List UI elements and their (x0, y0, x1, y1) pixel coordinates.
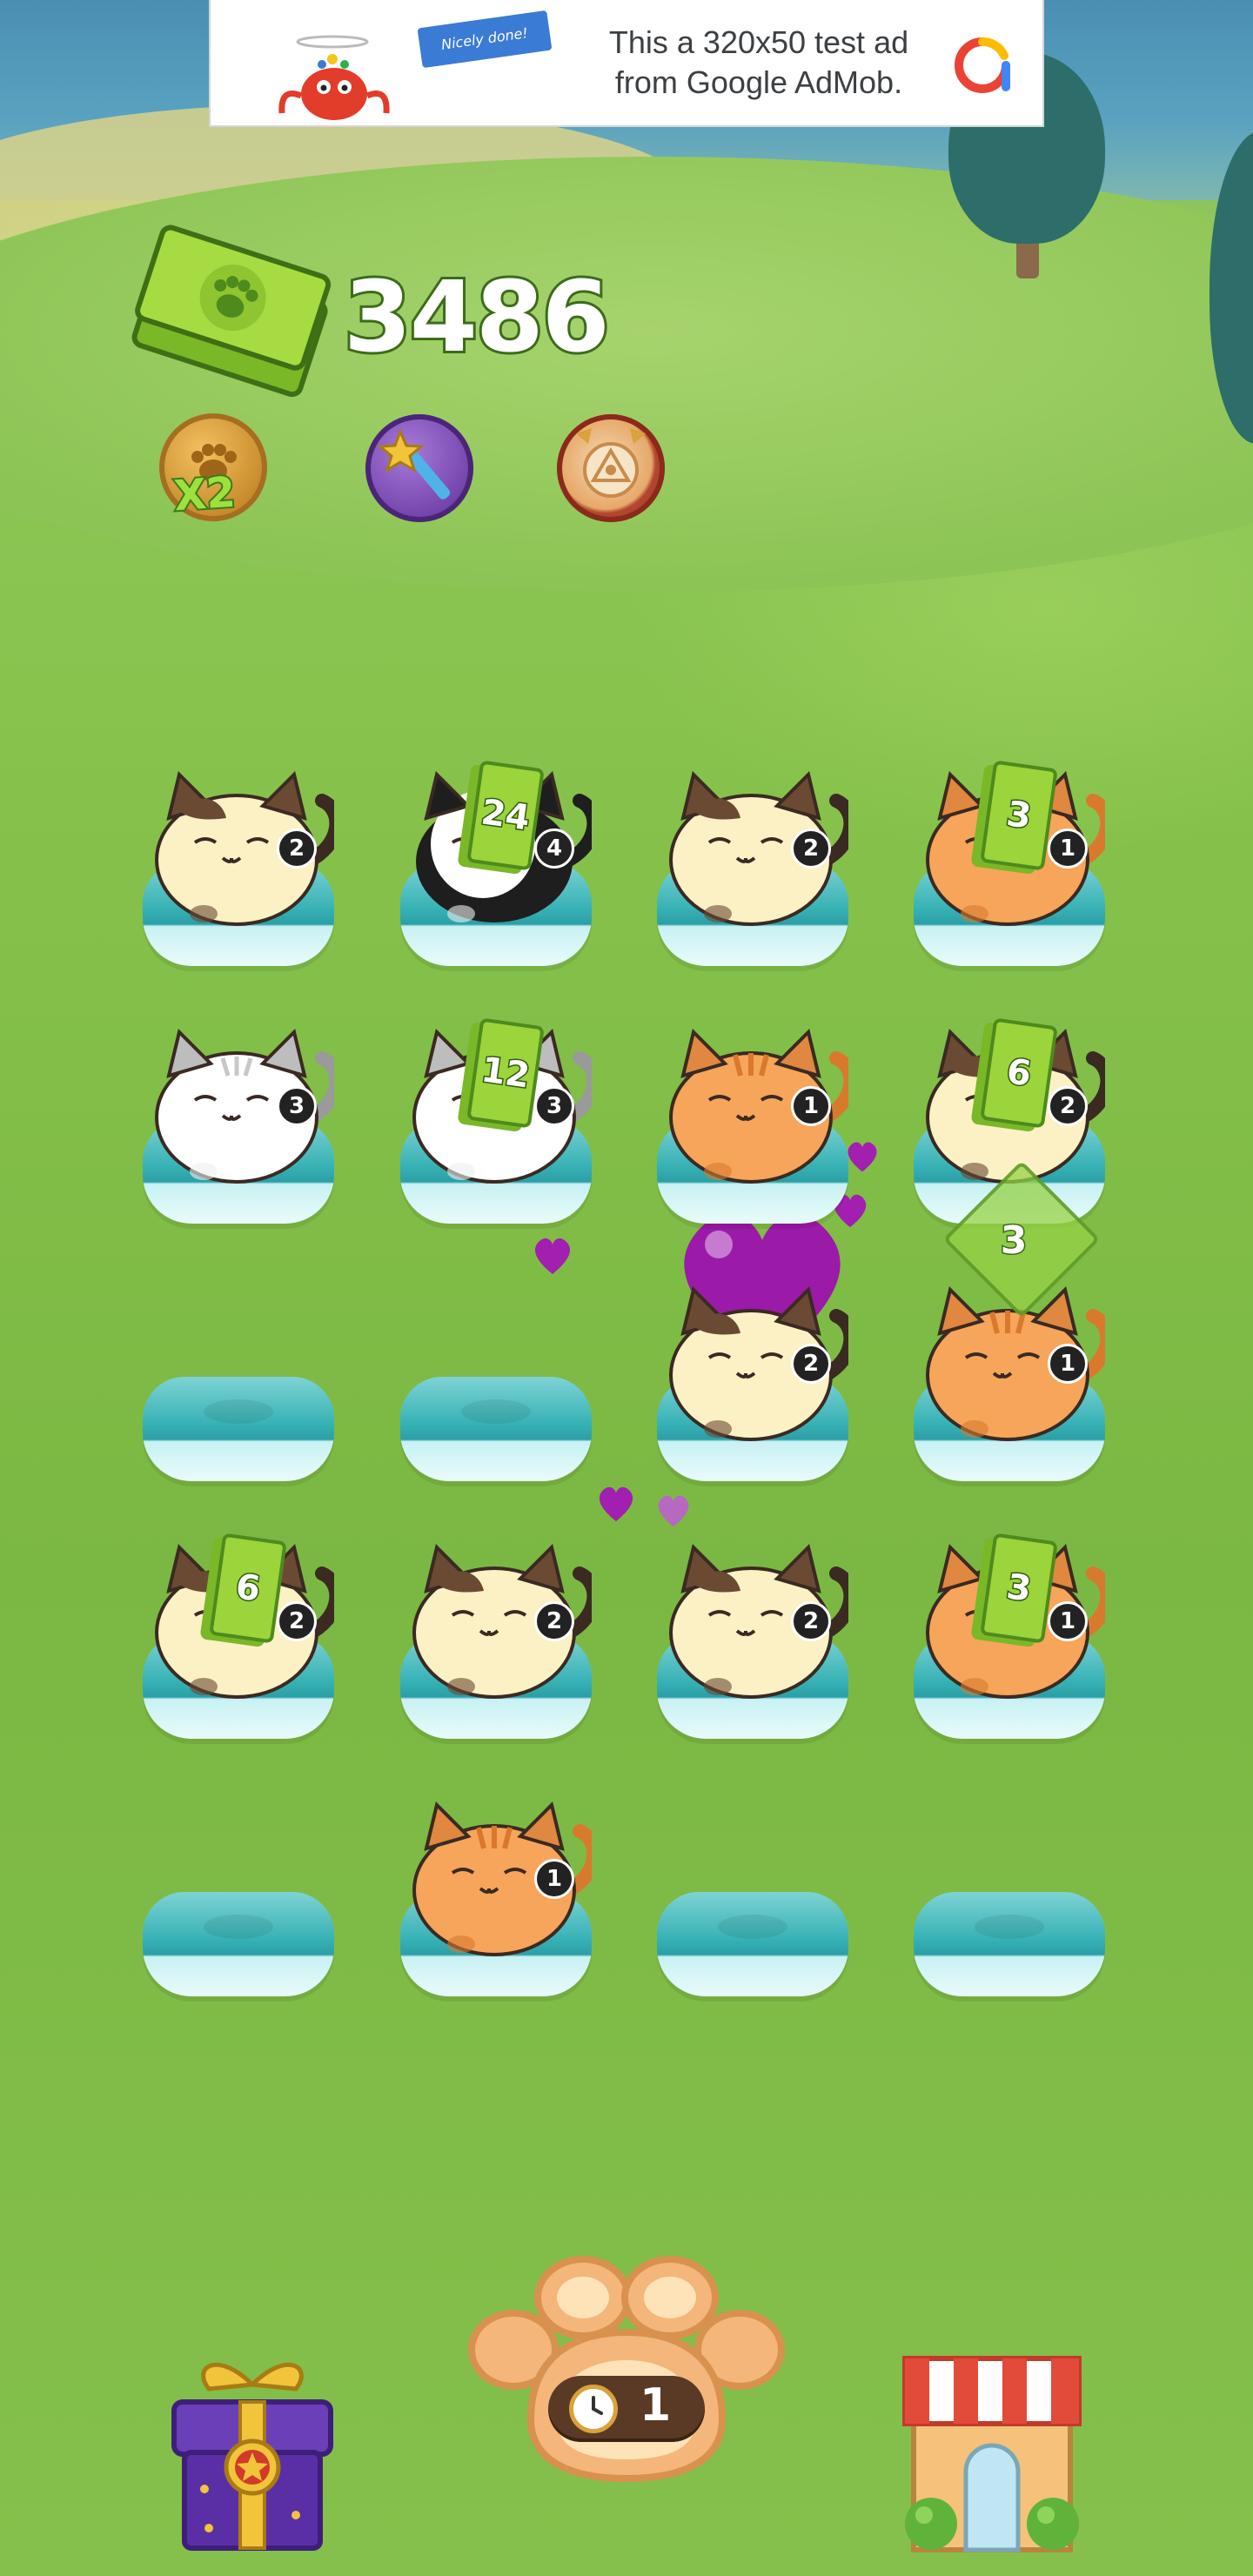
board-cell[interactable] (143, 1761, 334, 1996)
wand-icon (377, 428, 451, 500)
magic-wand-button[interactable] (365, 414, 473, 522)
board-cell[interactable]: 13 (914, 1504, 1105, 1739)
cat-level-badge: 1 (1048, 1601, 1088, 1641)
cat-bed-cushion (914, 1892, 1105, 1996)
board-cell[interactable]: 3 (143, 989, 334, 1224)
board-cell[interactable]: 13 (914, 731, 1105, 966)
gift-box-icon[interactable] (157, 2350, 348, 2559)
board-cell[interactable] (143, 1246, 334, 1481)
cat-bed-cushion (657, 1892, 848, 1996)
board-cell[interactable] (400, 1246, 592, 1481)
board-cell[interactable]: 2 (400, 1504, 592, 1739)
stopwatch-icon (569, 2385, 618, 2433)
spawn-timer-value: 1 (640, 2379, 672, 2432)
heart-particle (599, 1486, 633, 1522)
cat-level-badge: 1 (1048, 1344, 1088, 1384)
ad-text: This a 320x50 test ad from Google AdMob. (576, 23, 941, 103)
board-cell[interactable]: 26 (143, 1504, 334, 1739)
ad-banner[interactable]: Nicely done! This a 320x50 test ad from … (209, 0, 1044, 127)
admob-logo-icon (955, 37, 1010, 93)
cat-level-badge: 2 (534, 1601, 574, 1641)
board-cell[interactable]: 1 (657, 989, 848, 1224)
floating-cash-value: 3 (999, 1218, 1029, 1265)
board-cell[interactable]: 4 24 (400, 731, 592, 966)
board-cell[interactable]: 2 (143, 731, 334, 966)
cat-level-badge: 1 (791, 1086, 831, 1126)
cash-paw-icon (131, 225, 332, 398)
cat-bed-cushion (143, 1892, 334, 1996)
cat-level-badge: 1 (1048, 828, 1088, 869)
auto-merge-clock-button[interactable] (557, 414, 665, 522)
cat-bed-cushion (400, 1377, 592, 1481)
cat-level-badge: 3 (277, 1086, 317, 1126)
board-cell[interactable]: 2 (657, 731, 848, 966)
ad-flag: Nicely done! (417, 10, 553, 69)
heart-particle (848, 1142, 877, 1172)
cat-clock-icon (576, 428, 646, 498)
cat-level-badge: 2 (277, 1601, 317, 1641)
board-cell[interactable]: 1 (400, 1761, 592, 1996)
board-cell[interactable] (914, 1761, 1105, 1996)
cat-level-badge: 1 (534, 1859, 574, 1899)
cat-level-badge: 4 (534, 828, 574, 869)
board-cell[interactable]: 3 12 (400, 989, 592, 1224)
cat-level-badge: 2 (791, 1344, 831, 1384)
game-screen: Nicely done! This a 320x50 test ad from … (0, 0, 1253, 2576)
multiplier-label: X2 (171, 466, 238, 523)
ad-mascot-icon (278, 35, 390, 120)
shop-icon[interactable] (888, 2341, 1096, 2559)
cat-bed-cushion (143, 1377, 334, 1481)
cat-level-badge: 3 (534, 1086, 574, 1126)
board-cell[interactable]: 2 (657, 1246, 848, 1481)
board-cell[interactable]: 2 (657, 1504, 848, 1739)
paw-spawn-icon[interactable] (452, 2245, 801, 2489)
currency-value: 3486 (341, 258, 613, 377)
cat-level-badge: 2 (277, 828, 317, 869)
cat-level-badge: 2 (1048, 1086, 1088, 1126)
board-cell[interactable] (657, 1761, 848, 1996)
ad-line-2: from Google AdMob. (614, 64, 903, 100)
cat-level-badge: 2 (791, 828, 831, 869)
ad-line-1: This a 320x50 test ad (608, 24, 909, 60)
cat-level-badge: 2 (791, 1601, 831, 1641)
